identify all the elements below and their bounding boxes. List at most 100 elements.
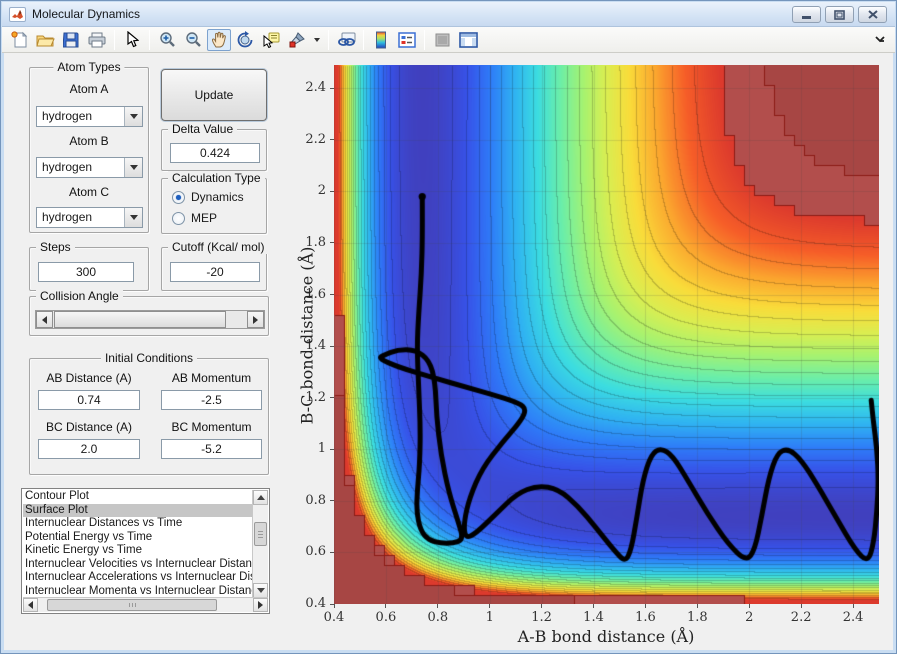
- horizontal-scroll-thumb[interactable]: [47, 599, 217, 611]
- dropdown-arrow-icon[interactable]: [124, 208, 142, 227]
- x-tick-mark: [385, 604, 387, 608]
- arrow-cursor-button[interactable]: [120, 29, 144, 51]
- scroll-up-button[interactable]: [253, 490, 268, 505]
- atom-c-dropdown[interactable]: hydrogen: [36, 207, 143, 228]
- ab-distance-field[interactable]: 0.74: [38, 390, 140, 410]
- new-document-button[interactable]: [7, 29, 31, 51]
- figure-toolbar: [2, 27, 895, 53]
- collision-angle-panel: Collision Angle: [29, 289, 269, 336]
- print-button[interactable]: [85, 29, 109, 51]
- vertical-scrollbar[interactable]: [252, 490, 268, 598]
- cutoff-title: Cutoff (Kcal/ mol): [168, 240, 269, 254]
- cutoff-field[interactable]: -20: [170, 262, 260, 282]
- brush-dropdown-caret[interactable]: [311, 29, 323, 51]
- ab-momentum-field[interactable]: -2.5: [161, 390, 262, 410]
- y-tick-mark: [330, 397, 334, 399]
- show-plot-tools-button[interactable]: [456, 29, 480, 51]
- list-item[interactable]: Internuclear Accelerations vs Internucle…: [23, 571, 252, 585]
- close-button[interactable]: [858, 6, 887, 23]
- minimize-button[interactable]: [792, 6, 821, 23]
- y-tick-mark: [330, 294, 334, 296]
- brush-button[interactable]: [285, 29, 309, 51]
- list-item[interactable]: Potential Energy vs Time: [23, 531, 252, 545]
- y-tick-label: 0.4: [305, 596, 326, 611]
- x-tick-mark: [489, 604, 491, 608]
- y-tick-mark: [330, 603, 334, 605]
- application-window: Molecular Dynamics Atom Types Atom A hyd…: [0, 0, 897, 654]
- y-tick-label: 0.8: [305, 492, 326, 508]
- bc-distance-label: BC Distance (A): [45, 420, 133, 434]
- x-tick-label: 1.2: [531, 610, 552, 625]
- steps-field[interactable]: 300: [38, 262, 134, 282]
- zoom-in-button[interactable]: [155, 29, 179, 51]
- slider-thumb[interactable]: [54, 311, 226, 328]
- bc-distance-field[interactable]: 2.0: [38, 439, 140, 459]
- initial-conditions-panel: Initial Conditions AB Distance (A) AB Mo…: [29, 351, 269, 475]
- y-tick-label: 2: [317, 183, 326, 199]
- mep-radio-row[interactable]: MEP: [172, 211, 217, 225]
- update-button[interactable]: Update: [161, 69, 267, 121]
- data-cursor-button[interactable]: [259, 29, 283, 51]
- dynamics-radio-row[interactable]: Dynamics: [172, 190, 244, 204]
- dropdown-arrow-icon[interactable]: [124, 107, 142, 126]
- scroll-right-button[interactable]: [253, 598, 268, 612]
- atom-a-value: hydrogen: [42, 109, 93, 123]
- scroll-down-button[interactable]: [253, 583, 268, 598]
- slider-left-arrow[interactable]: [36, 311, 53, 328]
- toolbar-separator: [114, 29, 115, 50]
- mep-radio[interactable]: [172, 211, 185, 225]
- zoom-out-button[interactable]: [181, 29, 205, 51]
- atom-b-dropdown[interactable]: hydrogen: [36, 157, 143, 178]
- list-item[interactable]: Internuclear Momenta vs Internuclear Dis…: [23, 585, 252, 599]
- hide-plot-tools-button[interactable]: [430, 29, 454, 51]
- dynamics-radio[interactable]: [172, 190, 185, 204]
- vertical-scroll-thumb[interactable]: [254, 522, 267, 546]
- pes-contour-canvas[interactable]: [334, 65, 879, 604]
- dropdown-arrow-icon[interactable]: [124, 158, 142, 177]
- calculation-type-panel: Calculation Type Dynamics MEP: [161, 171, 267, 234]
- delta-value-field[interactable]: 0.424: [170, 143, 260, 163]
- x-tick-mark: [852, 604, 854, 608]
- scroll-left-button[interactable]: [23, 598, 38, 612]
- atom-c-value: hydrogen: [42, 210, 93, 224]
- mep-radio-label: MEP: [191, 211, 218, 225]
- x-tick-mark: [748, 604, 750, 608]
- title-bar[interactable]: Molecular Dynamics: [2, 2, 895, 27]
- x-tick-label: 0.4: [323, 610, 345, 625]
- insert-colorbar-button[interactable]: [369, 29, 393, 51]
- ab-momentum-label: AB Momentum: [171, 371, 252, 385]
- y-tick-label: 1: [317, 441, 326, 457]
- x-tick-label: 1: [485, 610, 494, 625]
- window-title: Molecular Dynamics: [32, 7, 141, 21]
- insert-legend-button[interactable]: [395, 29, 419, 51]
- toolbar-separator: [424, 29, 425, 50]
- list-item[interactable]: Kinetic Energy vs Time: [23, 544, 252, 558]
- horizontal-scrollbar[interactable]: [23, 597, 268, 612]
- ab-distance-label: AB Distance (A): [46, 371, 132, 385]
- slider-right-arrow[interactable]: [247, 311, 264, 328]
- open-folder-button[interactable]: [33, 29, 57, 51]
- y-tick-mark: [330, 190, 334, 192]
- list-item[interactable]: Internuclear Distances vs Time: [23, 517, 252, 531]
- pan-button[interactable]: [207, 28, 231, 51]
- x-tick-mark: [593, 604, 595, 608]
- delta-value-panel: Delta Value 0.424: [161, 122, 267, 171]
- toolbar-overflow-arrow[interactable]: [875, 33, 885, 43]
- x-tick-label: 2: [745, 610, 754, 625]
- matlab-logo-icon: [9, 6, 26, 22]
- plot-type-listbox[interactable]: Contour Plot Surface Plot Internuclear D…: [21, 488, 270, 614]
- list-item[interactable]: Contour Plot: [23, 490, 252, 504]
- atom-a-dropdown[interactable]: hydrogen: [36, 106, 143, 127]
- x-tick-mark: [437, 604, 439, 608]
- bc-momentum-field[interactable]: -5.2: [161, 439, 262, 459]
- restore-button[interactable]: [825, 6, 854, 23]
- list-item[interactable]: Internuclear Velocities vs Internuclear …: [23, 558, 252, 572]
- x-tick-label: 2.4: [842, 610, 864, 625]
- rotate-3d-button[interactable]: [233, 29, 257, 51]
- collision-angle-slider[interactable]: [35, 310, 265, 329]
- save-button[interactable]: [59, 29, 83, 51]
- list-item[interactable]: Surface Plot: [23, 503, 252, 517]
- link-plots-button[interactable]: [334, 29, 358, 51]
- steps-panel: Steps 300: [29, 240, 149, 291]
- atom-types-panel: Atom Types Atom A hydrogen Atom B hydrog…: [29, 60, 149, 233]
